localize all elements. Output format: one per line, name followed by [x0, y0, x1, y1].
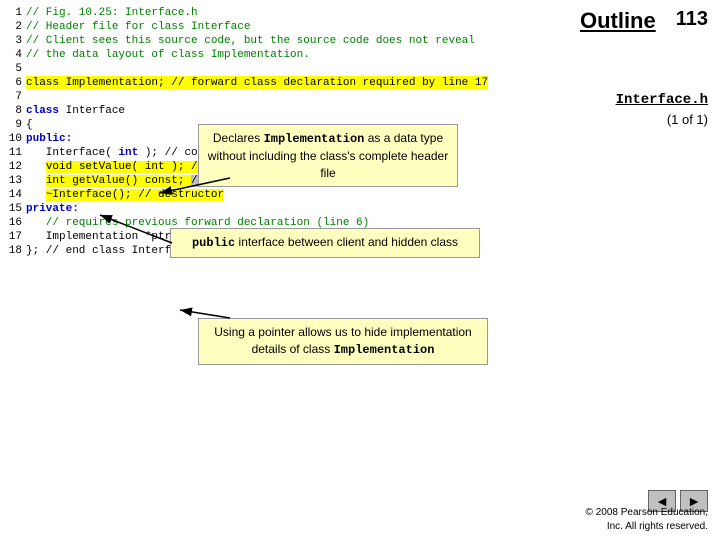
code-line-2: 2 // Header file for class Interface: [4, 20, 580, 34]
code-line-14: 14 ~Interface(); // destructor: [4, 188, 580, 202]
code-line-7: 7: [4, 90, 580, 104]
tooltip-pointer: Using a pointer allows us to hide implem…: [198, 318, 488, 365]
of-label: (1 of 1): [667, 112, 708, 127]
outline-title[interactable]: Outline: [580, 8, 656, 34]
copyright: © 2008 Pearson Education, Inc. All right…: [586, 506, 708, 534]
code-line-15: 15 private:: [4, 202, 580, 216]
code-line-1: 1 // Fig. 10.25: Interface.h: [4, 6, 580, 20]
code-line-3: 3 // Client sees this source code, but t…: [4, 34, 580, 48]
page-number: 113: [676, 8, 708, 31]
interface-h-label: Interface.h: [616, 92, 708, 108]
tooltip-public-interface: public interface between client and hidd…: [170, 228, 480, 258]
code-line-5: 5: [4, 62, 580, 76]
code-line-8: 8 class Interface: [4, 104, 580, 118]
code-line-4: 4 // the data layout of class Implementa…: [4, 48, 580, 62]
tooltip-declares: Declares Implementation as a data typewi…: [198, 124, 458, 187]
code-line-6: 6 class Implementation; // forward class…: [4, 76, 580, 90]
